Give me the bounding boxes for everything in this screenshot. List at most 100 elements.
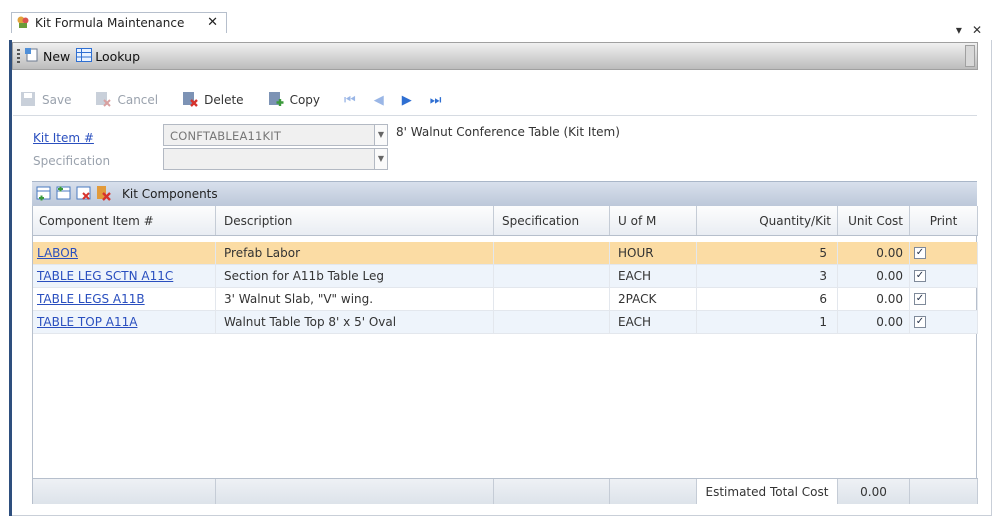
print-cell: ✓: [910, 265, 978, 287]
component-quantity[interactable]: 1: [697, 311, 838, 333]
component-specification[interactable]: [494, 311, 610, 333]
lookup-label: Lookup: [95, 48, 141, 64]
clear-all-icon[interactable]: [96, 185, 112, 204]
component-unit-cost[interactable]: 0.00: [838, 265, 910, 287]
footer-cell: [33, 479, 216, 504]
copy-button[interactable]: Copy: [268, 91, 320, 110]
copy-label: Copy: [289, 93, 321, 107]
component-quantity[interactable]: 3: [697, 265, 838, 287]
toolbar-grip[interactable]: [17, 49, 20, 63]
component-item-link[interactable]: LABOR: [33, 242, 216, 264]
add-row-icon[interactable]: [36, 185, 52, 204]
component-specification[interactable]: [494, 288, 610, 310]
kit-components-title: Kit Components: [122, 187, 218, 201]
tab-kit-formula-maintenance[interactable]: Kit Formula Maintenance ✕: [11, 12, 227, 33]
component-description[interactable]: 3' Walnut Slab, "V" wing.: [216, 288, 494, 310]
window-close-icon[interactable]: ✕: [972, 23, 982, 37]
component-unit-cost[interactable]: 0.00: [838, 311, 910, 333]
main-toolbar: New Lookup: [12, 42, 978, 70]
tab-close-icon[interactable]: ✕: [207, 15, 218, 30]
print-checkbox[interactable]: ✓: [914, 316, 926, 328]
next-record-icon[interactable]: ▶: [402, 93, 412, 108]
save-button[interactable]: Save: [20, 91, 71, 110]
insert-row-icon[interactable]: [56, 185, 72, 204]
component-item-link[interactable]: TABLE LEGS A11B: [33, 288, 216, 310]
delete-label: Delete: [204, 93, 244, 107]
footer-cell: [910, 479, 978, 504]
print-checkbox[interactable]: ✓: [914, 247, 926, 259]
previous-record-icon[interactable]: ◀: [374, 93, 384, 108]
first-record-icon[interactable]: ⏮: [344, 93, 356, 108]
component-unit-cost[interactable]: 0.00: [838, 288, 910, 310]
component-description[interactable]: Walnut Table Top 8' x 5' Oval: [216, 311, 494, 333]
kit-formula-icon: [16, 15, 30, 32]
save-label: Save: [42, 93, 72, 107]
table-row[interactable]: TABLE LEGS A11B 3' Walnut Slab, "V" wing…: [33, 288, 978, 311]
print-cell: ✓: [910, 288, 978, 310]
new-label: New: [43, 48, 71, 64]
component-uom[interactable]: EACH: [610, 265, 697, 287]
table-row[interactable]: TABLE TOP A11A Walnut Table Top 8' x 5' …: [33, 311, 978, 334]
window-left-accent: [9, 8, 12, 516]
chevron-down-icon[interactable]: ▼: [374, 125, 387, 145]
column-header-unit-cost[interactable]: Unit Cost: [838, 206, 910, 235]
component-description[interactable]: Section for A11b Table Leg: [216, 265, 494, 287]
new-button[interactable]: New: [24, 47, 70, 66]
save-disk-icon: [20, 91, 36, 110]
cancel-label: Cancel: [117, 93, 159, 107]
copy-icon: [268, 91, 284, 110]
lookup-grid-icon: [76, 47, 93, 65]
print-cell: ✓: [910, 242, 978, 264]
column-header-description[interactable]: Description: [216, 206, 494, 235]
table-row[interactable]: TABLE LEG SCTN A11C Section for A11b Tab…: [33, 265, 978, 288]
column-header-uom[interactable]: U of M: [610, 206, 697, 235]
chevron-down-icon[interactable]: ▼: [374, 149, 387, 169]
lookup-button[interactable]: Lookup: [76, 47, 141, 65]
record-toolbar: Save Cancel Delete Copy ⏮ ◀ ▶ ⏭: [20, 88, 459, 112]
tabbar-controls: ▾ ✕: [956, 23, 982, 37]
component-quantity[interactable]: 5: [697, 242, 838, 264]
footer-cell: [610, 479, 697, 504]
table-row[interactable]: LABOR Prefab Labor HOUR 5 0.00 ✓: [33, 242, 978, 265]
tab-bar: Kit Formula Maintenance ✕ ▾ ✕: [9, 8, 992, 40]
toolbar-overflow-handle[interactable]: [965, 45, 975, 67]
column-header-print[interactable]: Print: [910, 206, 978, 235]
kit-item-label[interactable]: Kit Item #: [33, 131, 94, 145]
column-header-component-item[interactable]: Component Item #: [33, 206, 216, 235]
component-uom[interactable]: HOUR: [610, 242, 697, 264]
column-header-specification[interactable]: Specification: [494, 206, 610, 235]
print-checkbox[interactable]: ✓: [914, 270, 926, 282]
component-description[interactable]: Prefab Labor: [216, 242, 494, 264]
component-item-link[interactable]: TABLE TOP A11A: [33, 311, 216, 333]
specification-label: Specification: [33, 154, 111, 168]
component-specification[interactable]: [494, 242, 610, 264]
print-checkbox[interactable]: ✓: [914, 293, 926, 305]
toolbar-separator: [13, 115, 977, 116]
column-header-quantity-kit[interactable]: Quantity/Kit: [697, 206, 838, 235]
component-quantity[interactable]: 6: [697, 288, 838, 310]
grid-footer-row: Estimated Total Cost 0.00: [33, 478, 978, 504]
grid-header-row: Component Item # Description Specificati…: [33, 206, 978, 236]
component-uom[interactable]: 2PACK: [610, 288, 697, 310]
delete-button[interactable]: Delete: [182, 91, 244, 110]
kit-item-combo[interactable]: CONFTABLEA11KIT ▼: [163, 124, 388, 146]
tab-title: Kit Formula Maintenance: [35, 16, 185, 30]
kit-components-toolbar: Kit Components: [32, 181, 977, 206]
footer-cell: [216, 479, 494, 504]
kit-item-description: 8' Walnut Conference Table (Kit Item): [396, 125, 620, 139]
kit-components-grid: Component Item # Description Specificati…: [32, 206, 978, 504]
print-cell: ✓: [910, 311, 978, 333]
specification-combo[interactable]: ▼: [163, 148, 388, 170]
delete-row-icon[interactable]: [76, 185, 92, 204]
cancel-icon: [95, 91, 112, 110]
component-unit-cost[interactable]: 0.00: [838, 242, 910, 264]
footer-cell: [494, 479, 610, 504]
cancel-button[interactable]: Cancel: [95, 91, 158, 110]
component-item-link[interactable]: TABLE LEG SCTN A11C: [33, 265, 216, 287]
component-specification[interactable]: [494, 265, 610, 287]
component-uom[interactable]: EACH: [610, 311, 697, 333]
last-record-icon[interactable]: ⏭: [430, 93, 442, 108]
tab-menu-dropdown-icon[interactable]: ▾: [956, 23, 962, 37]
delete-icon: [182, 91, 198, 110]
estimated-total-label: Estimated Total Cost: [697, 479, 838, 504]
